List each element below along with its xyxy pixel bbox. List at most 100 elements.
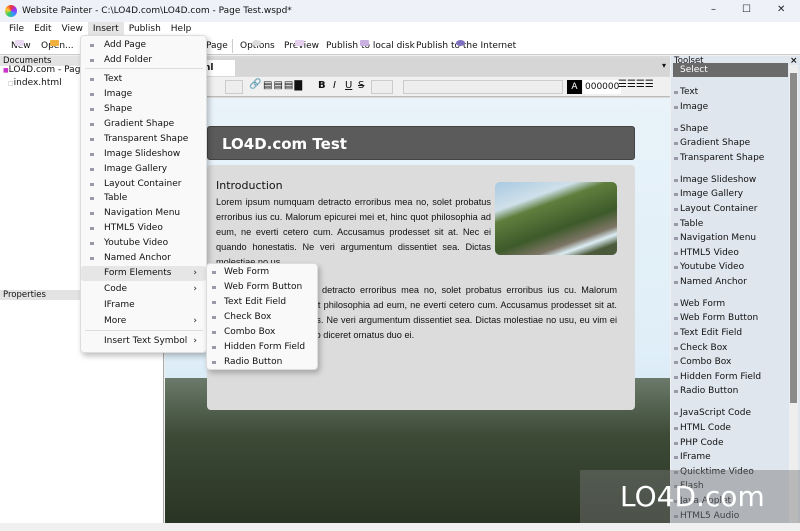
toolset-item-table[interactable]: Table bbox=[674, 217, 786, 232]
menu-item-label: Table bbox=[104, 193, 128, 203]
font-size-select[interactable] bbox=[225, 80, 243, 94]
menu-item-image-slideshow[interactable]: Image Slideshow bbox=[81, 147, 206, 162]
toolset-item-iframe[interactable]: IFrame bbox=[674, 450, 786, 465]
submenu-item-combo-box[interactable]: Combo Box bbox=[207, 325, 317, 340]
menu-item-label: Named Anchor bbox=[104, 253, 171, 263]
toolset-item-javascript-code[interactable]: JavaScript Code bbox=[674, 406, 786, 421]
toolset-item-navigation-menu[interactable]: Navigation Menu bbox=[674, 231, 786, 246]
menu-item-add-folder[interactable]: Add Folder bbox=[81, 53, 206, 68]
toolset-item-radio-button[interactable]: Radio Button bbox=[674, 384, 786, 399]
underline-button[interactable]: U bbox=[345, 80, 352, 91]
menu-item-youtube-video[interactable]: Youtube Video bbox=[81, 236, 206, 251]
web-form-icon bbox=[212, 271, 216, 274]
menu-item-label: Layout Container bbox=[104, 179, 182, 189]
toolset-item-image-slideshow[interactable]: Image Slideshow bbox=[674, 173, 786, 188]
toolset-item-html-code[interactable]: HTML Code bbox=[674, 421, 786, 436]
submenu-item-label: Text Edit Field bbox=[224, 297, 287, 307]
menu-help[interactable]: Help bbox=[166, 22, 197, 36]
preview-button[interactable]: Preview bbox=[284, 40, 319, 51]
menu-item-image-gallery[interactable]: Image Gallery bbox=[81, 162, 206, 177]
close-button[interactable]: ✕ bbox=[777, 4, 785, 15]
toolset-item-text-edit-field[interactable]: Text Edit Field bbox=[674, 326, 786, 341]
toolset-item-named-anchor[interactable]: Named Anchor bbox=[674, 275, 786, 290]
submenu-item-hidden-form-field[interactable]: Hidden Form Field bbox=[207, 340, 317, 355]
font-select[interactable] bbox=[371, 80, 393, 94]
toolset-item-text[interactable]: Text bbox=[674, 85, 786, 100]
menu-item-label: Form Elements bbox=[104, 268, 172, 278]
menu-item-layout-container[interactable]: Layout Container bbox=[81, 177, 206, 192]
menu-item-more[interactable]: More › bbox=[81, 314, 206, 329]
toolset-item-gradient-shape[interactable]: Gradient Shape bbox=[674, 136, 786, 151]
menu-separator bbox=[85, 330, 203, 331]
chevron-right-icon: › bbox=[193, 316, 197, 326]
minimize-button[interactable]: – bbox=[711, 4, 716, 15]
font-color-swatch[interactable]: A bbox=[567, 80, 582, 94]
maximize-button[interactable]: ☐ bbox=[742, 4, 751, 15]
combo-box-icon bbox=[212, 331, 216, 334]
open-button[interactable]: Open... bbox=[41, 40, 74, 51]
page-header[interactable]: LO4D.com Test bbox=[207, 126, 635, 160]
submenu-item-text-edit-field[interactable]: Text Edit Field bbox=[207, 295, 317, 310]
submenu-item-check-box[interactable]: Check Box bbox=[207, 310, 317, 325]
menu-item-transparent-shape[interactable]: Transparent Shape bbox=[81, 132, 206, 147]
italic-button[interactable]: I bbox=[333, 80, 336, 91]
style-select[interactable] bbox=[403, 80, 563, 94]
options-button[interactable]: Options bbox=[240, 40, 275, 51]
toolset-item-transparent-shape[interactable]: Transparent Shape bbox=[674, 151, 786, 166]
toolset-item-php-code[interactable]: PHP Code bbox=[674, 436, 786, 451]
text-edit-field-icon bbox=[212, 301, 216, 304]
menu-edit[interactable]: Edit bbox=[29, 22, 56, 36]
menu-publish[interactable]: Publish bbox=[124, 22, 166, 36]
align-icons[interactable]: ▤▤▤▇ bbox=[263, 80, 303, 91]
submenu-item-web-form[interactable]: Web Form bbox=[207, 265, 317, 280]
menu-item-navigation-menu[interactable]: Navigation Menu bbox=[81, 206, 206, 221]
menu-item-table[interactable]: Table bbox=[81, 191, 206, 206]
toolset-item-hidden-form-field[interactable]: Hidden Form Field bbox=[674, 370, 786, 385]
waterfall-image[interactable] bbox=[495, 182, 617, 255]
tab-dropdown-icon[interactable]: ▾ bbox=[662, 61, 666, 70]
page-button[interactable]: Page bbox=[206, 41, 228, 51]
toolset-item-image[interactable]: Image bbox=[674, 100, 786, 115]
menu-item-gradient-shape[interactable]: Gradient Shape bbox=[81, 117, 206, 132]
new-button[interactable]: New bbox=[11, 40, 31, 51]
menu-item-iframe[interactable]: IFrame bbox=[81, 298, 206, 313]
menu-item-image[interactable]: Image bbox=[81, 87, 206, 102]
scrollbar-thumb[interactable] bbox=[790, 73, 797, 403]
menu-item-insert-text-symbol[interactable]: Insert Text Symbol › bbox=[81, 334, 206, 349]
toolset-item-youtube-video[interactable]: Youtube Video bbox=[674, 260, 786, 275]
toolset-item-combo-box[interactable]: Combo Box bbox=[674, 355, 786, 370]
color-value-field[interactable]: 000000 bbox=[583, 80, 622, 94]
tree-item-index[interactable]: □index.html bbox=[8, 78, 62, 88]
submenu-item-web-form-button[interactable]: Web Form Button bbox=[207, 280, 317, 295]
toolset-item-web-form[interactable]: Web Form bbox=[674, 297, 786, 312]
strikethrough-button[interactable]: S bbox=[358, 80, 364, 91]
menu-file[interactable]: File bbox=[4, 22, 29, 36]
menu-item-code[interactable]: Code › bbox=[81, 282, 206, 297]
menu-item-label: Code bbox=[104, 284, 128, 294]
toolset-item-select[interactable]: Select bbox=[673, 63, 788, 77]
submenu-item-radio-button[interactable]: Radio Button bbox=[207, 355, 317, 370]
link-icon[interactable]: 🔗 bbox=[249, 79, 261, 90]
menu-insert[interactable]: Insert bbox=[87, 22, 124, 36]
toolset-item-web-form-button[interactable]: Web Form Button bbox=[674, 311, 786, 326]
toolset-item-image-gallery[interactable]: Image Gallery bbox=[674, 187, 786, 202]
menu-item-add-page[interactable]: Add Page bbox=[81, 38, 206, 53]
list-icons[interactable]: ☰☰☰☰ bbox=[618, 79, 654, 90]
menu-item-shape[interactable]: Shape bbox=[81, 102, 206, 117]
toolset-item-layout-container[interactable]: Layout Container bbox=[674, 202, 786, 217]
bold-button[interactable]: B bbox=[318, 80, 326, 91]
toolset-item-check-box[interactable]: Check Box bbox=[674, 341, 786, 356]
menu-item-label: More bbox=[104, 316, 127, 326]
toolset-item-html5-video[interactable]: HTML5 Video bbox=[674, 246, 786, 261]
tree-item-site[interactable]: ■LO4D.com - Page bbox=[3, 65, 86, 75]
publish-internet-button[interactable]: Publish to the Internet bbox=[416, 40, 516, 51]
toolset-item-shape[interactable]: Shape bbox=[674, 122, 786, 137]
menu-item-form-elements[interactable]: Form Elements › bbox=[81, 266, 206, 281]
menu-item-html5-video[interactable]: HTML5 Video bbox=[81, 221, 206, 236]
menu-item-text[interactable]: Text bbox=[81, 72, 206, 87]
toolset-scrollbar[interactable] bbox=[789, 65, 798, 523]
publish-local-button[interactable]: Publish to local disk bbox=[326, 40, 415, 51]
menu-view[interactable]: View bbox=[57, 22, 88, 36]
title-bar: Website Painter - C:\LO4D.com\LO4D.com -… bbox=[0, 0, 800, 22]
menu-item-named-anchor[interactable]: Named Anchor bbox=[81, 251, 206, 266]
